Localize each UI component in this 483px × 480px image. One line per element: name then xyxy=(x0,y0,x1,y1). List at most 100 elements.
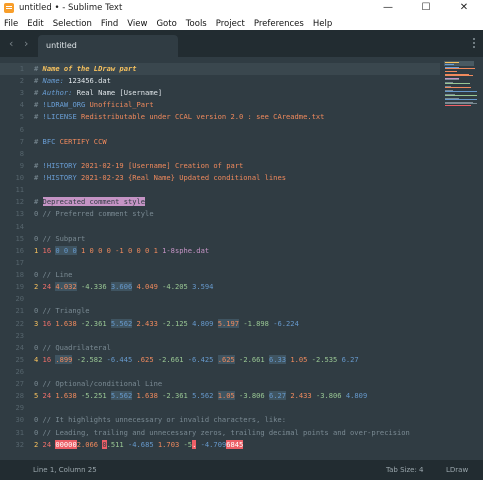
code-line[interactable]: 24 0 // Quadrilateral xyxy=(0,342,440,354)
code-line[interactable]: 26 xyxy=(0,366,440,378)
menu-edit[interactable]: Edit xyxy=(27,19,43,29)
menu-preferences[interactable]: Preferences xyxy=(254,19,304,29)
code-line[interactable]: 17 xyxy=(0,257,440,269)
code-line[interactable]: 16 1 16 0 0 0 1 0 0 0 -1 0 0 0 1 1-8sphe.… xyxy=(0,245,440,257)
code-line[interactable]: 25 4 16 .899 -2.582 -6.445 .625 -2.661 -6… xyxy=(0,354,440,366)
code-line[interactable]: 21 0 // Triangle xyxy=(0,305,440,317)
minimap[interactable] xyxy=(444,61,478,109)
code-line[interactable]: 23 xyxy=(0,330,440,342)
code-line[interactable]: 3 # Author: Real Name [Username] xyxy=(0,87,440,99)
code-text: # !LICENSE Redistributable under CCAL ve… xyxy=(34,111,324,123)
menu-file[interactable]: File xyxy=(4,19,18,29)
maximize-button[interactable]: ☐ xyxy=(407,0,445,17)
code-token: 5.197 xyxy=(217,318,240,328)
code-line[interactable]: 18 0 // Line xyxy=(0,269,440,281)
code-token: -2.535 xyxy=(311,354,342,364)
line-number: 5 xyxy=(19,112,24,122)
code-token: # xyxy=(34,76,43,86)
code-line[interactable]: 30 0 // It highlights unnecessary or inva… xyxy=(0,414,440,426)
code-token: 1-8sphe.dat xyxy=(157,245,210,255)
code-token: .625 xyxy=(217,354,235,364)
code-token: 16 xyxy=(42,318,56,328)
code-line[interactable]: 9 # !HISTORY 2021-02-19 [Username] Creati… xyxy=(0,160,440,172)
code-line[interactable]: 8 xyxy=(0,148,440,160)
code-line[interactable]: 11 xyxy=(0,184,440,196)
code-token: Real Name [Username] xyxy=(76,88,163,98)
code-line[interactable]: 14 xyxy=(0,221,440,233)
more-options-icon[interactable] xyxy=(473,38,475,48)
tab-size-indicator[interactable]: Tab Size: 4 xyxy=(386,466,423,474)
menu-view[interactable]: View xyxy=(127,19,147,29)
line-number: 20 xyxy=(15,294,24,304)
menu-help[interactable]: Help xyxy=(313,19,332,29)
code-line[interactable]: 5 # !LICENSE Redistributable under CCAL v… xyxy=(0,111,440,123)
code-line[interactable]: 27 0 // Optional/conditional Line xyxy=(0,378,440,390)
code-line[interactable]: 15 0 // Subpart xyxy=(0,233,440,245)
code-line[interactable]: 2 # Name: 123456.dat xyxy=(0,75,440,87)
menu-project[interactable]: Project xyxy=(216,19,245,29)
line-number: 9 xyxy=(19,160,24,170)
code-line[interactable]: 19 2 24 4.032 -4.336 3.606 4.049 -4.205 3… xyxy=(0,281,440,293)
code-line[interactable]: 32 2 24 000002.066 0.511 -4.685 1.703 -5.… xyxy=(0,439,440,451)
code-line[interactable]: 13 0 // Preferred comment style xyxy=(0,208,440,220)
line-number: 26 xyxy=(15,367,24,376)
code-editor[interactable]: 1 # Name of the LDraw part 2 # Name: 123456… xyxy=(0,57,483,460)
code-token: # xyxy=(34,197,43,207)
code-line[interactable]: 1 # Name of the LDraw part xyxy=(0,63,440,75)
back-arrow-icon[interactable]: ‹ xyxy=(9,37,13,50)
code-token: -2.361 xyxy=(76,318,111,328)
code-line[interactable]: 7 # BFC CERTIFY CCW xyxy=(0,136,440,148)
line-number: 11 xyxy=(15,185,24,195)
code-line[interactable]: 4 # !LDRAW_ORG Unofficial_Part xyxy=(0,99,440,111)
code-token: 123456.dat xyxy=(68,76,111,86)
code-token: 0 xyxy=(34,209,43,219)
code-token: .511 xyxy=(106,439,128,449)
forward-arrow-icon[interactable]: › xyxy=(24,37,28,50)
line-number: 32 xyxy=(15,439,24,449)
code-line[interactable]: 22 3 16 1.638 -2.361 5.562 2.433 -2.125 4… xyxy=(0,318,440,330)
code-token: !LDRAW_ORG xyxy=(42,100,90,110)
minimize-button[interactable]: — xyxy=(369,0,407,17)
code-line[interactable]: 28 5 24 1.638 -5.251 5.562 1.638 -2.361 5… xyxy=(0,390,440,402)
code-line[interactable]: 29 xyxy=(0,402,440,414)
code-token: 6845 xyxy=(226,439,244,449)
cursor-position[interactable]: Line 1, Column 25 xyxy=(33,466,97,474)
syntax-indicator[interactable]: LDraw xyxy=(446,466,468,474)
line-number: 25 xyxy=(15,354,24,364)
code-line[interactable]: 6 xyxy=(0,124,440,136)
code-token: 3.594 xyxy=(192,282,214,292)
code-token: # xyxy=(34,160,43,170)
code-token: // Preferred comment style xyxy=(42,209,154,219)
sublime-logo-icon xyxy=(4,3,14,13)
tab-untitled[interactable]: untitled xyxy=(38,35,178,57)
code-token: -1.898 xyxy=(239,318,274,328)
close-button[interactable]: ✕ xyxy=(445,0,483,17)
code-token: Redistributable under CCAL version 2.0 :… xyxy=(80,112,325,122)
menu-tools[interactable]: Tools xyxy=(186,19,207,29)
line-number: 1 xyxy=(19,64,24,73)
code-text: 0 // Quadrilateral xyxy=(34,342,111,354)
menu-find[interactable]: Find xyxy=(101,19,118,29)
code-token: 0 // Subpart xyxy=(34,233,86,243)
code-token: # xyxy=(34,88,43,98)
line-number: 8 xyxy=(19,148,24,158)
line-number: 16 xyxy=(15,245,24,255)
code-token: 16 xyxy=(42,245,56,255)
code-token: -6.445 xyxy=(106,354,133,364)
menu-selection[interactable]: Selection xyxy=(53,19,92,29)
code-token: Deprecated comment style xyxy=(42,197,146,207)
code-token: # xyxy=(34,136,43,146)
code-text: 0 // It highlights unnecessary or invali… xyxy=(34,414,286,426)
code-token: 1.638 xyxy=(55,318,77,328)
code-token: Name: xyxy=(42,76,69,86)
code-text: 5 24 1.638 -5.251 5.562 1.638 -2.361 5.5… xyxy=(34,390,367,402)
menu-goto[interactable]: Goto xyxy=(156,19,176,29)
code-token: 0 // Optional/conditional Line xyxy=(34,379,163,389)
code-line[interactable]: 31 0 // Leading, trailing and unnecessary… xyxy=(0,427,440,439)
code-token: # xyxy=(34,100,43,110)
code-token: 0 // Line xyxy=(34,270,73,280)
code-token: 6.33 xyxy=(268,354,287,364)
code-line[interactable]: 10 # !HISTORY 2021-02-23 {Real Name} Upda… xyxy=(0,172,440,184)
code-line[interactable]: 20 xyxy=(0,293,440,305)
code-line[interactable]: 12 # Deprecated comment style xyxy=(0,196,440,208)
